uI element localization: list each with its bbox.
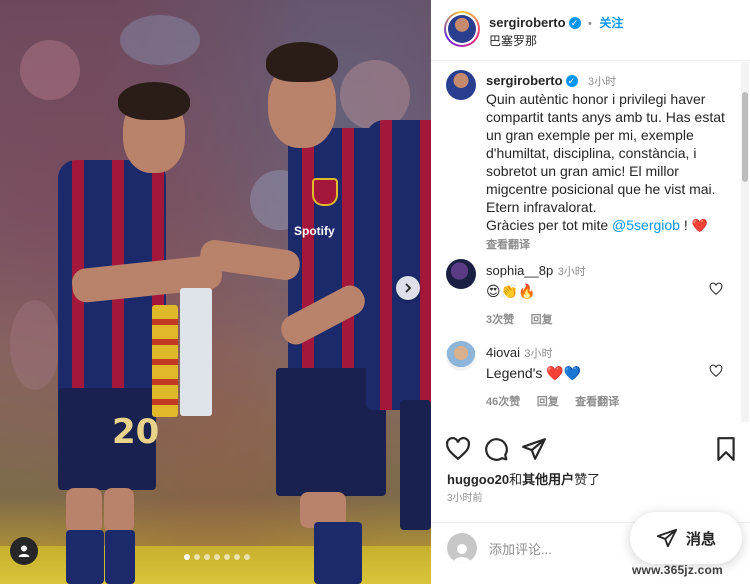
caption: sergiroberto ✓ 3小时 Quin autèntic honor i … — [486, 72, 732, 252]
leg — [104, 488, 134, 533]
verified-badge-icon: ✓ — [568, 16, 581, 29]
jersey-number: 20 — [112, 412, 160, 452]
likes-summary: huggoo20和其他用户赞了 — [447, 469, 600, 488]
caption-avatar[interactable] — [446, 70, 480, 104]
comment-item: 4iovai 3小时 Legend's ❤️💙 46次赞 回复 查看翻译 — [486, 344, 716, 410]
sock — [314, 522, 362, 584]
post-actions — [431, 436, 750, 464]
verified-badge-icon: ✓ — [565, 74, 578, 87]
post-header: sergiroberto ✓ • 关注 巴塞罗那 — [431, 0, 750, 61]
see-translation-link[interactable]: 查看翻译 — [575, 396, 619, 408]
carousel-dot[interactable] — [234, 554, 240, 560]
post-side-panel: sergiroberto ✓ • 关注 巴塞罗那 sergiroberto ✓ 3小… — [431, 0, 750, 584]
captain-band-yellow — [152, 305, 178, 417]
comment-time: 3小时 — [557, 266, 586, 278]
caption-text: Quin autèntic honor i privilegi haver co… — [486, 91, 725, 215]
comment-text: Legend's ❤️💙 — [486, 365, 582, 381]
comment-avatar[interactable] — [446, 259, 480, 293]
comments-scrollbar[interactable] — [741, 62, 749, 422]
carousel-dot[interactable] — [224, 554, 230, 560]
site-watermark: www.365jz.com — [632, 563, 723, 577]
carousel-dot[interactable] — [214, 554, 220, 560]
caption-thanks-prefix: Gràcies per tot mite — [486, 217, 613, 233]
paper-plane-icon — [656, 528, 678, 548]
chevron-right-icon — [405, 283, 412, 293]
red-heart-emoji: ❤️ — [691, 218, 708, 233]
sponsor-text: Spotify — [294, 224, 335, 238]
player-left-hair — [118, 82, 190, 120]
pitch-strip — [0, 546, 431, 584]
caption-mention[interactable]: @5sergiob — [612, 217, 680, 233]
post-photo[interactable]: 20 Spotify — [0, 0, 431, 584]
caption-thanks-line: Gràcies per tot mite @5sergiob ! ❤️ — [486, 216, 732, 235]
person-icon — [18, 545, 30, 557]
player-right-hair — [266, 42, 338, 82]
likes-and: 和 — [509, 472, 523, 487]
comment-like-heart-icon[interactable] — [709, 364, 723, 378]
avatar-placeholder-icon — [447, 533, 477, 563]
crowd-blur — [10, 300, 60, 390]
jersey-third — [366, 120, 431, 410]
send-icon[interactable] — [521, 436, 547, 462]
likes-user[interactable]: huggoo20 — [447, 472, 509, 487]
comment-username[interactable]: sophia__8p — [486, 263, 553, 278]
captain-band-white — [180, 288, 212, 416]
club-crest — [312, 178, 338, 206]
comment-text: 😍👏🔥 — [486, 283, 536, 299]
avatar-image — [446, 341, 476, 371]
follow-button[interactable]: 关注 — [599, 16, 623, 30]
messages-label: 消息 — [685, 530, 716, 548]
comment-time: 3小时 — [524, 348, 553, 360]
carousel-dots — [184, 554, 250, 560]
comment-like-heart-icon[interactable] — [709, 282, 723, 296]
comment-input[interactable]: 添加评论... — [489, 539, 552, 558]
caption-time: 3小时 — [588, 76, 617, 88]
carousel-dot[interactable] — [204, 554, 210, 560]
current-user-avatar[interactable] — [447, 533, 477, 563]
sock — [105, 530, 135, 584]
post-time-ago[interactable]: 3小时前 — [447, 489, 483, 504]
comment-avatar[interactable] — [446, 341, 480, 375]
caption-username[interactable]: sergiroberto — [486, 73, 563, 88]
shorts-third — [400, 400, 431, 530]
comment-reply-button[interactable]: 回复 — [537, 396, 559, 408]
comment-likes-count[interactable]: 46次赞 — [486, 396, 520, 408]
author-username[interactable]: sergiroberto — [489, 15, 566, 30]
scrollbar-thumb[interactable] — [742, 92, 748, 182]
messages-button[interactable]: 消息 — [630, 512, 742, 564]
see-translation-link[interactable]: 查看翻译 — [486, 236, 732, 252]
header-user-line: sergiroberto ✓ • 关注 — [489, 14, 623, 32]
comment-username[interactable]: 4iovai — [486, 345, 520, 360]
heart-icon[interactable] — [445, 436, 471, 462]
post-location[interactable]: 巴塞罗那 — [489, 32, 537, 49]
sock — [66, 530, 104, 584]
avatar-image — [446, 259, 476, 289]
comment-likes-count[interactable]: 3次赞 — [486, 314, 514, 326]
likes-suffix: 赞了 — [574, 472, 601, 487]
avatar-image — [446, 70, 476, 100]
crowd-blur — [20, 40, 80, 100]
leg — [66, 488, 102, 533]
comment-item: sophia__8p 3小时 😍👏🔥 3次赞 回复 — [486, 262, 706, 328]
separator-dot: • — [588, 18, 592, 30]
bookmark-icon[interactable] — [713, 436, 739, 462]
tagged-users-button[interactable] — [10, 537, 38, 565]
author-avatar[interactable] — [444, 11, 480, 47]
carousel-dot[interactable] — [184, 554, 190, 560]
carousel-dot[interactable] — [244, 554, 250, 560]
crowd-blur — [120, 15, 200, 65]
comment-icon[interactable] — [483, 436, 509, 462]
likes-others[interactable]: 其他用户 — [522, 472, 574, 487]
caption-thanks-suffix: ! — [679, 217, 688, 233]
avatar-image — [448, 15, 476, 43]
carousel-next-button[interactable] — [396, 276, 420, 300]
comment-reply-button[interactable]: 回复 — [531, 314, 553, 326]
carousel-dot[interactable] — [194, 554, 200, 560]
